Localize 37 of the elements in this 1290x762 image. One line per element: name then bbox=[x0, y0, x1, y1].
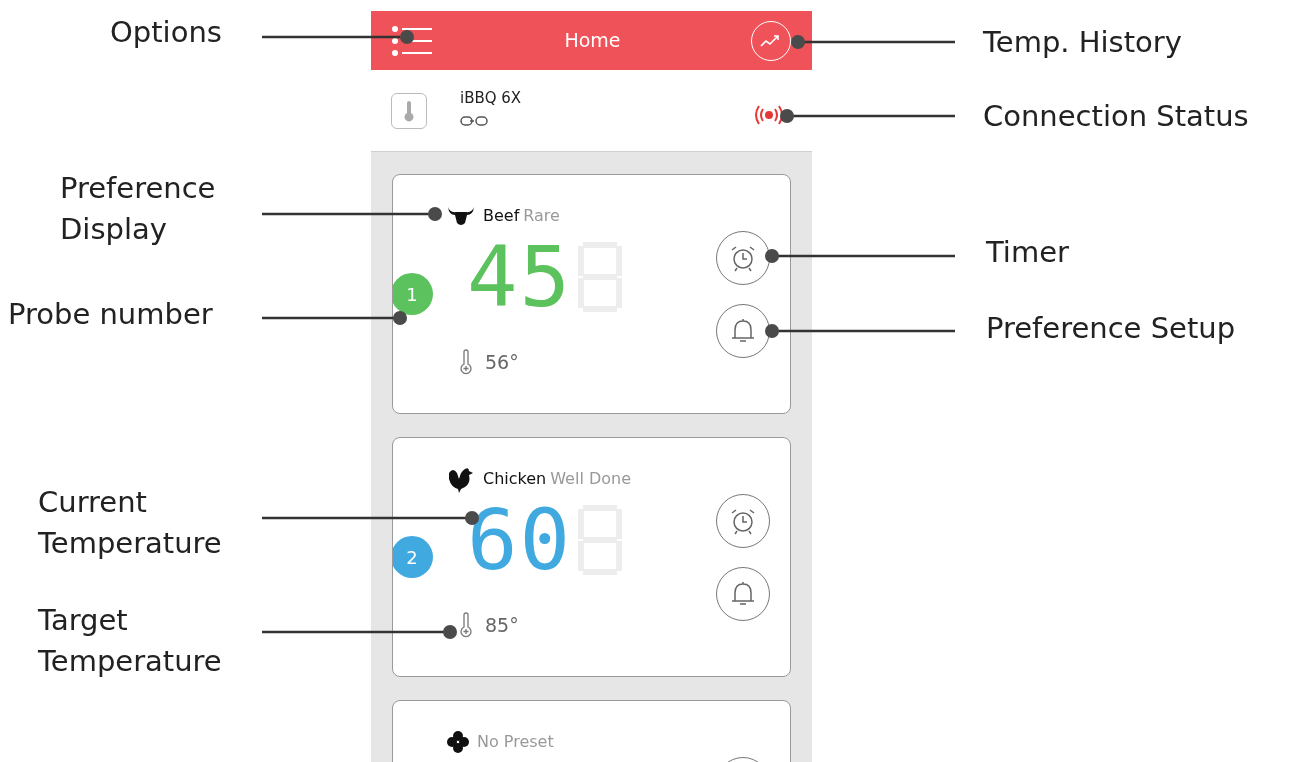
meat-label: Chicken bbox=[483, 468, 547, 490]
callout-label: Timer bbox=[986, 234, 1069, 271]
bell-icon bbox=[730, 317, 756, 345]
callout-label: Temp. History bbox=[983, 24, 1182, 61]
callout-label: Probe number bbox=[8, 296, 213, 333]
alarm-button[interactable] bbox=[716, 304, 770, 358]
signal-icon bbox=[754, 103, 784, 126]
callout-label: Preference Setup bbox=[986, 310, 1236, 347]
probe-number-badge: 1 bbox=[393, 273, 433, 315]
alarm-clock-icon bbox=[729, 244, 757, 272]
doneness-label: Rare bbox=[523, 205, 560, 227]
rooster-icon bbox=[447, 465, 475, 493]
meat-label: Beef bbox=[483, 205, 520, 227]
callout-label: Preference Display bbox=[60, 170, 217, 248]
probe-number-badge: 2 bbox=[393, 536, 433, 578]
bull-head-icon bbox=[447, 205, 475, 227]
current-temperature: 45 bbox=[467, 239, 573, 315]
current-temperature: 60 bbox=[467, 502, 573, 578]
link-icon bbox=[460, 115, 488, 126]
target-temperature: 85° bbox=[485, 612, 519, 638]
menu-icon[interactable] bbox=[392, 25, 434, 56]
doneness-label: No Preset bbox=[477, 731, 554, 753]
alarm-clock-icon bbox=[729, 507, 757, 535]
clover-icon bbox=[447, 731, 469, 753]
alarm-button[interactable] bbox=[716, 567, 770, 621]
bell-icon bbox=[730, 580, 756, 608]
callout-label: Current Temperature bbox=[38, 484, 223, 562]
callout-label: Options bbox=[110, 14, 222, 51]
thermometer-plus-icon bbox=[459, 612, 475, 638]
callout-label: Connection Status bbox=[983, 98, 1249, 135]
thermometer-icon bbox=[391, 92, 427, 129]
doneness-label: Well Done bbox=[550, 468, 632, 490]
header-title: Home bbox=[563, 28, 622, 54]
target-temperature: 56° bbox=[485, 349, 519, 375]
device-name: iBBQ 6X bbox=[460, 88, 522, 110]
callout-label: Target Temperature bbox=[38, 602, 223, 680]
thermometer-plus-icon bbox=[459, 349, 475, 375]
